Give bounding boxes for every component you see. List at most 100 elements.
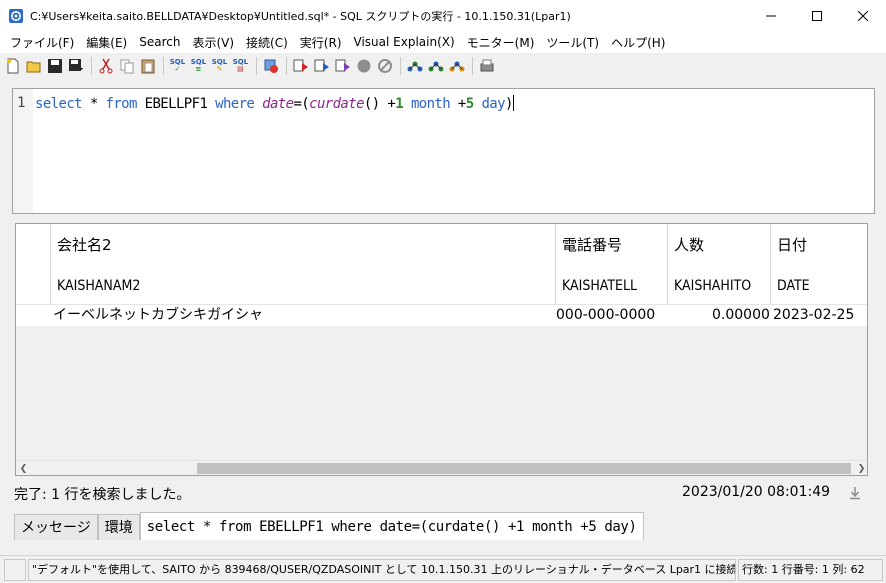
new-file-icon	[6, 58, 18, 74]
sql-check-icon: SQL ✓	[169, 58, 186, 73]
menu-connection[interactable]: 接続(C)	[240, 34, 294, 51]
result-timestamp: 2023/01/20 08:01:49	[682, 484, 831, 500]
column-name: KAISHANAM2	[57, 278, 141, 294]
table-cell[interactable]: 2023-02-25	[773, 305, 854, 325]
open-folder-icon	[26, 61, 40, 73]
column-name: KAISHATELL	[562, 278, 638, 294]
sql-editor[interactable]: 1 select * from EBELLPF1 where date=(cur…	[12, 88, 875, 214]
message-tabs: メッセージ 環境 select * from EBELLPF1 where da…	[14, 512, 644, 540]
paste-button[interactable]	[138, 56, 157, 76]
sql-function: date	[262, 96, 294, 112]
sql-keyword: where	[215, 96, 255, 112]
sql-text: EBELLPF1	[136, 96, 216, 112]
download-icon[interactable]	[848, 486, 862, 500]
copy-button[interactable]	[117, 56, 136, 76]
menu-bar: ファイル(F) 編集(E) Search 表示(V) 接続(C) 実行(R) V…	[0, 31, 886, 53]
cut-icon	[99, 58, 112, 74]
sql-text: () +	[363, 96, 396, 112]
sql-prompt-icon: SQL ▤	[232, 58, 249, 73]
sql-check-button[interactable]: SQL ✓	[168, 56, 187, 76]
toolbar: SQL ✓ SQL ≡ SQL ✎ SQL ▤	[0, 53, 886, 79]
column-label: 日付	[777, 236, 808, 254]
status-grip	[4, 559, 26, 581]
column-label: 人数	[674, 236, 705, 254]
tab-messages[interactable]: メッセージ	[14, 514, 98, 540]
line-number: 1	[17, 95, 26, 111]
toolbar-separator	[472, 57, 473, 75]
sql-function: curdate	[309, 96, 364, 112]
sql-text: +	[450, 96, 466, 112]
result-grid[interactable]: 会社名2 KAISHANAM2 電話番号 KAISHATELL 人数 KAISH…	[15, 223, 868, 476]
menu-tools[interactable]: ツール(T)	[540, 34, 605, 51]
cursor-position: 行数: 1 行番号: 1 列: 62	[738, 559, 883, 581]
table-cell[interactable]: 000-000-0000	[556, 305, 655, 325]
connect-button[interactable]	[261, 56, 280, 76]
toolbar-separator	[286, 57, 287, 75]
column-header-kaishatell[interactable]: 電話番号 KAISHATELL	[556, 224, 668, 304]
menu-monitor[interactable]: モニター(M)	[461, 34, 541, 51]
minimize-button[interactable]	[748, 0, 794, 31]
print-button[interactable]	[477, 56, 496, 76]
run-from-selection-button[interactable]	[312, 56, 331, 76]
stop-circle-icon	[357, 59, 370, 73]
run-selected-button[interactable]	[333, 56, 352, 76]
menu-file[interactable]: ファイル(F)	[4, 34, 80, 51]
close-icon	[858, 10, 868, 21]
column-name: KAISHAHITO	[674, 278, 752, 294]
menu-edit[interactable]: 編集(E)	[80, 34, 133, 51]
sql-assist-icon: SQL ✎	[211, 58, 228, 73]
close-button[interactable]	[840, 0, 886, 31]
run-and-explain-icon	[428, 61, 443, 72]
new-button[interactable]	[3, 56, 22, 76]
column-label: 会社名2	[57, 236, 112, 254]
tab-active-sql[interactable]: select * from EBELLPF1 where date=(curda…	[139, 512, 644, 540]
column-header-kaishahito[interactable]: 人数 KAISHAHITO	[668, 224, 771, 304]
run-all-button[interactable]	[291, 56, 310, 76]
copy-icon	[120, 59, 133, 74]
table-cell[interactable]: イーベルネットカブシキガイシャ	[53, 305, 263, 325]
sql-keyword: from	[105, 96, 137, 112]
result-grid-body: 会社名2 KAISHANAM2 電話番号 KAISHATELL 人数 KAISH…	[16, 224, 867, 462]
maximize-button[interactable]	[794, 0, 840, 31]
window-controls	[748, 0, 886, 31]
sql-format-button[interactable]: SQL ≡	[189, 56, 208, 76]
run-from-selection-icon	[314, 59, 329, 72]
save-button[interactable]	[45, 56, 64, 76]
table-cell[interactable]: 0.00000	[712, 305, 770, 325]
stop-button[interactable]	[354, 56, 373, 76]
column-header-kaishanam2[interactable]: 会社名2 KAISHANAM2	[51, 224, 556, 304]
menu-view[interactable]: 表示(V)	[186, 34, 240, 51]
menu-visual-explain[interactable]: Visual Explain(X)	[348, 35, 461, 49]
run-and-explain-button[interactable]	[426, 56, 445, 76]
scroll-right-icon[interactable]: ❯	[854, 461, 867, 475]
result-status-message: 完了: 1 行を検索しました。	[14, 487, 191, 503]
cut-button[interactable]	[96, 56, 115, 76]
column-header-date[interactable]: 日付 DATE	[771, 224, 867, 304]
menu-run[interactable]: 実行(R)	[294, 34, 348, 51]
maximize-icon	[812, 10, 822, 21]
horizontal-scrollbar[interactable]: ❮ ❯	[16, 460, 867, 475]
sql-text: )	[504, 96, 513, 112]
line-gutter: 1	[13, 89, 33, 213]
title-bar: C:¥Users¥keita.saito.BELLDATA¥Desktop¥Un…	[0, 0, 886, 31]
connect-icon	[264, 59, 278, 73]
visual-explain-button[interactable]	[405, 56, 424, 76]
toolbar-separator	[91, 57, 92, 75]
menu-help[interactable]: ヘルプ(H)	[605, 34, 671, 51]
open-button[interactable]	[24, 56, 43, 76]
sql-code-line[interactable]: select * from EBELLPF1 where date=(curda…	[35, 95, 514, 112]
scroll-left-icon[interactable]: ❮	[16, 461, 31, 475]
scrollbar-thumb[interactable]	[197, 463, 851, 474]
sql-number: 5	[465, 96, 474, 112]
menu-search[interactable]: Search	[133, 35, 186, 49]
explain-index-button[interactable]	[447, 56, 466, 76]
save-as-button[interactable]	[66, 56, 85, 76]
sql-prompt-button[interactable]: SQL ▤	[231, 56, 250, 76]
cancel-button[interactable]	[375, 56, 394, 76]
tab-environment[interactable]: 環境	[97, 514, 140, 540]
sql-assist-button[interactable]: SQL ✎	[210, 56, 229, 76]
column-name: DATE	[777, 278, 810, 294]
paste-icon	[141, 59, 154, 74]
